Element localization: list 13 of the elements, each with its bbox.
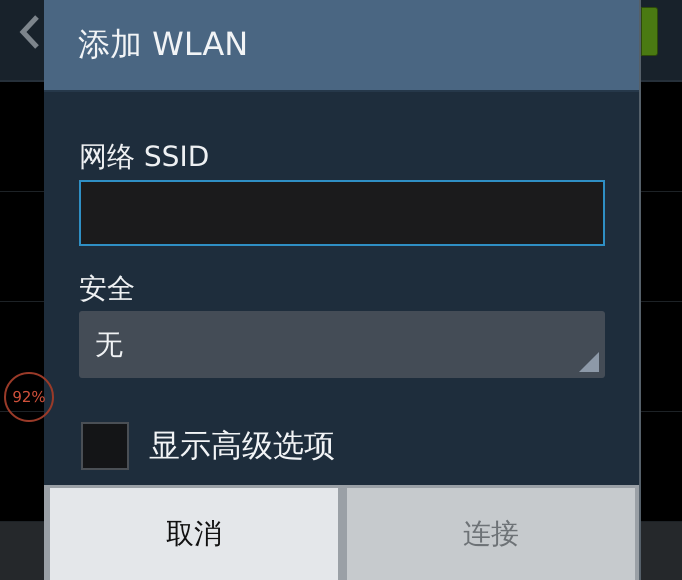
checkbox-label: 显示高级选项 <box>149 427 335 466</box>
input-field[interactable] <box>79 180 605 246</box>
field-label: 安全 <box>79 271 135 307</box>
checkbox[interactable] <box>81 422 129 470</box>
toolbar-button[interactable] <box>641 7 658 56</box>
security-dropdown[interactable]: 无 <box>79 311 605 378</box>
bottom-bar <box>0 522 44 580</box>
dropdown-corner-icon <box>579 352 599 372</box>
field-label: 网络 SSID <box>79 139 210 175</box>
dialog-button[interactable]: 取消 <box>50 488 338 580</box>
battery-badge: 92% <box>4 372 54 422</box>
bottom-bar <box>641 522 682 580</box>
dialog-title: 添加 WLAN <box>78 24 248 65</box>
